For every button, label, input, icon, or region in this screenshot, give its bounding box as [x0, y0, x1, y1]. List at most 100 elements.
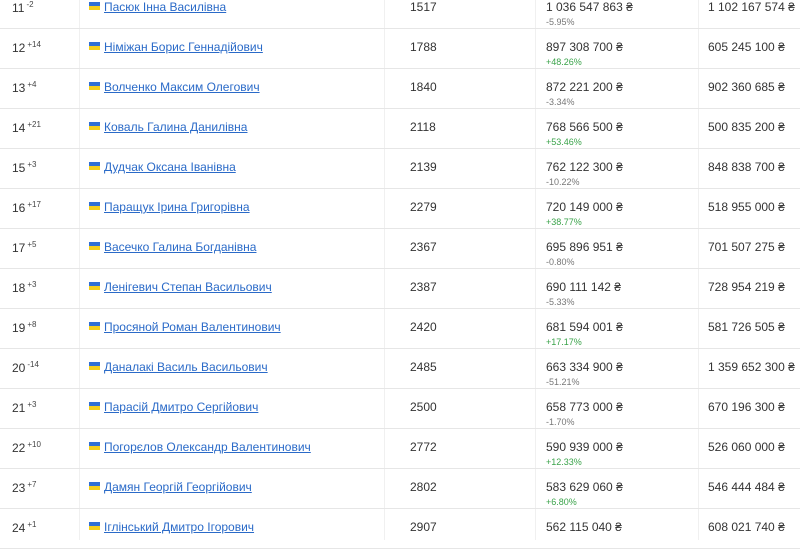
- rank-change: +21: [27, 120, 41, 129]
- current-amount: 658 773 000 ₴: [546, 400, 623, 414]
- rank-cell: 12 +14: [12, 40, 41, 55]
- table-row: 14 +21 Коваль Галина Данилівна 2118 768 5…: [0, 109, 800, 149]
- ukraine-flag-icon: [89, 2, 100, 10]
- previous-amount: 518 955 000 ₴: [708, 200, 785, 214]
- rank-number: 15: [12, 161, 26, 175]
- rank-cell: 15 +3: [12, 160, 36, 175]
- rank-cell: 19 +8: [12, 320, 36, 335]
- rank-change: +14: [27, 40, 41, 49]
- declaration-number: 2118: [410, 120, 436, 134]
- rank-change: -14: [27, 360, 39, 369]
- declaration-number: 2500: [410, 400, 437, 414]
- rank-change: +10: [27, 440, 41, 449]
- person-name-link[interactable]: Даналакі Василь Васильович: [104, 360, 268, 374]
- rank-change: +8: [27, 320, 37, 329]
- table-row: 22 +10 Погорєлов Олександр Валентинович 2…: [0, 429, 800, 469]
- table-row: 17 +5 Васечко Галина Богданівна 2367 695 …: [0, 229, 800, 269]
- person-name-link[interactable]: Дамян Георгій Георгійович: [104, 480, 252, 494]
- rank-number: 16: [12, 201, 26, 215]
- rank-number: 18: [12, 281, 26, 295]
- ukraine-flag-icon: [89, 202, 100, 210]
- person-name-link[interactable]: Ленігевич Степан Васильович: [104, 280, 272, 294]
- current-amount: 681 594 001 ₴: [546, 320, 623, 334]
- table-row: 16 +17 Паращук Ірина Григорівна 2279 720 …: [0, 189, 800, 229]
- rank-number: 21: [12, 401, 26, 415]
- declaration-number: 2907: [410, 520, 437, 534]
- rank-number: 22: [12, 441, 26, 455]
- ukraine-flag-icon: [89, 282, 100, 290]
- rank-number: 13: [12, 81, 26, 95]
- ukraine-flag-icon: [89, 122, 100, 130]
- current-amount: 690 111 142 ₴: [546, 280, 621, 294]
- previous-amount: 848 838 700 ₴: [708, 160, 785, 174]
- rank-number: 12: [12, 41, 26, 55]
- person-name-link[interactable]: Дудчак Оксана Іванівна: [104, 160, 236, 174]
- rank-change: +17: [27, 200, 41, 209]
- person-name-link[interactable]: Погорєлов Олександр Валентинович: [104, 440, 311, 454]
- rank-change: +5: [27, 240, 37, 249]
- previous-amount: 670 196 300 ₴: [708, 400, 785, 414]
- declaration-number: 2772: [410, 440, 437, 454]
- table-row: 12 +14 Німіжан Борис Геннадійович 1788 89…: [0, 29, 800, 69]
- ukraine-flag-icon: [89, 522, 100, 530]
- person-name-link[interactable]: Паращук Ірина Григорівна: [104, 200, 250, 214]
- rank-cell: 17 +5: [12, 240, 36, 255]
- current-amount: 590 939 000 ₴: [546, 440, 623, 454]
- rank-cell: 23 +7: [12, 480, 36, 495]
- previous-amount: 1 359 652 300 ₴: [708, 360, 795, 374]
- rank-number: 19: [12, 321, 26, 335]
- current-amount: 562 115 040 ₴: [546, 520, 622, 534]
- rank-change: +3: [27, 160, 37, 169]
- person-name-link[interactable]: Іглінський Дмитро Ігорович: [104, 520, 254, 534]
- previous-amount: 581 726 505 ₴: [708, 320, 785, 334]
- rank-cell: 18 +3: [12, 280, 36, 295]
- table-row: 13 +4 Волченко Максим Олегович 1840 872 2…: [0, 69, 800, 109]
- previous-amount: 902 360 685 ₴: [708, 80, 785, 94]
- rank-cell: 22 +10: [12, 440, 41, 455]
- rank-number: 23: [12, 481, 26, 495]
- percent-change: +12.33%: [546, 457, 582, 467]
- previous-amount: 546 444 484 ₴: [708, 480, 785, 494]
- previous-amount: 526 060 000 ₴: [708, 440, 785, 454]
- percent-change: +38.77%: [546, 217, 582, 227]
- rank-change: +3: [27, 400, 37, 409]
- person-name-link[interactable]: Просяной Роман Валентинович: [104, 320, 281, 334]
- declaration-number: 2279: [410, 200, 437, 214]
- declaration-number: 2485: [410, 360, 437, 374]
- percent-change: +53.46%: [546, 137, 582, 147]
- previous-amount: 605 245 100 ₴: [708, 40, 785, 54]
- current-amount: 768 566 500 ₴: [546, 120, 623, 134]
- percent-change: +48.26%: [546, 57, 582, 67]
- table-row: 11 -2 Пасюк Інна Василівна 1517 1 036 547…: [0, 0, 800, 29]
- declaration-number: 2420: [410, 320, 437, 334]
- rank-cell: 21 +3: [12, 400, 36, 415]
- ranking-table: 11 -2 Пасюк Інна Василівна 1517 1 036 547…: [0, 0, 800, 549]
- current-amount: 663 334 900 ₴: [546, 360, 623, 374]
- current-amount: 720 149 000 ₴: [546, 200, 623, 214]
- current-amount: 897 308 700 ₴: [546, 40, 623, 54]
- person-name-link[interactable]: Німіжан Борис Геннадійович: [104, 40, 263, 54]
- table-row: 21 +3 Парасій Дмитро Сергійович 2500 658 …: [0, 389, 800, 429]
- current-amount: 872 221 200 ₴: [546, 80, 623, 94]
- declaration-number: 1788: [410, 40, 437, 54]
- previous-amount: 728 954 219 ₴: [708, 280, 785, 294]
- current-amount: 583 629 060 ₴: [546, 480, 623, 494]
- rank-cell: 24 +1: [12, 520, 36, 535]
- ukraine-flag-icon: [89, 42, 100, 50]
- rank-cell: 20 -14: [12, 360, 39, 375]
- person-name-link[interactable]: Васечко Галина Богданівна: [104, 240, 256, 254]
- rank-number: 20: [12, 361, 26, 375]
- declaration-number: 2802: [410, 480, 437, 494]
- previous-amount: 1 102 167 574 ₴: [708, 0, 795, 14]
- declaration-number: 2387: [410, 280, 437, 294]
- percent-change: -5.95%: [546, 17, 575, 27]
- person-name-link[interactable]: Парасій Дмитро Сергійович: [104, 400, 258, 414]
- person-name-link[interactable]: Коваль Галина Данилівна: [104, 120, 247, 134]
- person-name-link[interactable]: Пасюк Інна Василівна: [104, 0, 226, 14]
- rank-cell: 11 -2: [12, 0, 34, 15]
- ukraine-flag-icon: [89, 482, 100, 490]
- ukraine-flag-icon: [89, 362, 100, 370]
- person-name-link[interactable]: Волченко Максим Олегович: [104, 80, 260, 94]
- current-amount: 695 896 951 ₴: [546, 240, 623, 254]
- current-amount: 762 122 300 ₴: [546, 160, 623, 174]
